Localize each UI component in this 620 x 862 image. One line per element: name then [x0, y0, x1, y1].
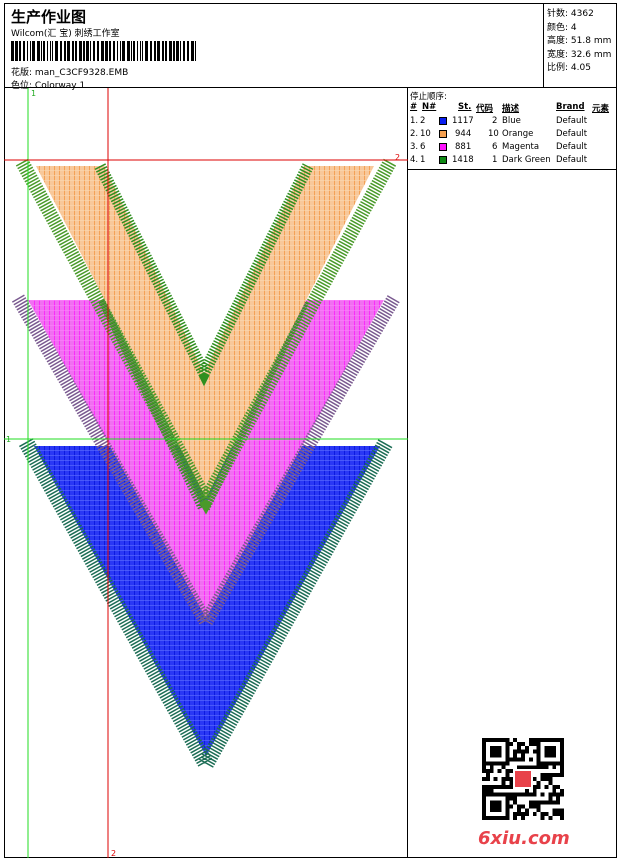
color-swatch — [439, 117, 447, 125]
guide-marker-right: 2 — [395, 153, 400, 162]
file-info: 花版: man_C3CF9328.EMB — [11, 65, 128, 78]
file-name: man_C3CF9328.EMB — [34, 68, 129, 78]
stat-colors: 颜色: 4 — [547, 23, 577, 33]
page-title: 生产作业图 — [11, 8, 87, 26]
stat-stitches: 针数: 4362 — [547, 9, 594, 19]
guide-marker-left: 1 — [6, 435, 11, 444]
color-swatch — [439, 143, 447, 151]
watermark-logo: 6xiu.com — [478, 828, 570, 849]
file-label: 花版: — [11, 68, 33, 78]
embroidery-canvas: 1 1 2 2 — [4, 88, 408, 858]
color-swatch — [439, 130, 447, 138]
design-preview: 1 1 2 2 — [4, 88, 408, 858]
guide-marker-top: 1 — [31, 89, 36, 98]
color-swatch — [439, 156, 447, 164]
header-panel: 生产作业图 Wilcom(汇 宝) 刺绣工作室 花版: man_C3CF9328… — [4, 3, 544, 91]
qr-code-image — [482, 738, 564, 820]
stop-row: 2. 10 944 10 Orange Default — [410, 129, 588, 139]
stop-row: 4. 1 1418 1 Dark Green Default — [410, 155, 588, 165]
stats-panel: 针数: 4362 颜色: 4 高度: 51.8 mm 宽度: 32.6 mm 比… — [544, 3, 617, 88]
stat-width: 宽度: 32.6 mm — [547, 50, 612, 60]
stop-sequence-panel: 停止顺序: # N# St. 代码 描述 Brand 元素 1. 2 1117 … — [408, 88, 617, 170]
company-name: Wilcom(汇 宝) 刺绣工作室 — [11, 29, 120, 39]
guide-marker-bottom: 2 — [111, 849, 116, 858]
barcode — [11, 41, 196, 61]
stat-height: 高度: 51.8 mm — [547, 36, 612, 46]
stop-row: 3. 6 881 6 Magenta Default — [410, 142, 588, 152]
stop-sequence-header: # N# St. 代码 描述 Brand 元素 — [410, 102, 610, 114]
stop-sequence-title: 停止顺序: — [410, 92, 447, 102]
stat-scale: 比例: 4.05 — [547, 63, 591, 73]
stop-row: 1. 2 1117 2 Blue Default — [410, 116, 588, 126]
